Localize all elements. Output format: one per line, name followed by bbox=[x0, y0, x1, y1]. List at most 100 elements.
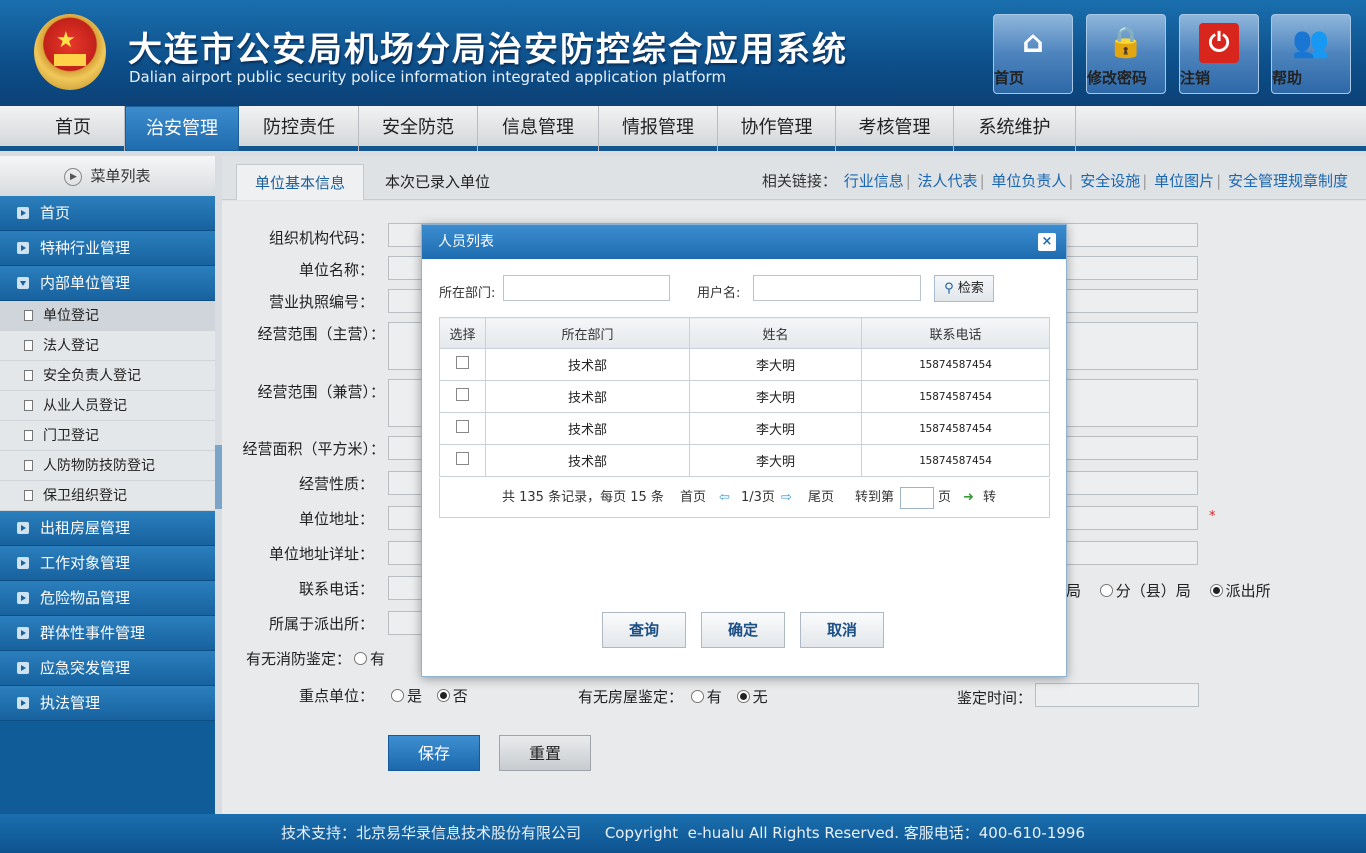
goto-page-input[interactable] bbox=[900, 487, 934, 509]
document-icon bbox=[24, 460, 33, 471]
nav-assessment[interactable]: 考核管理 bbox=[836, 106, 954, 151]
radio-house-no[interactable] bbox=[736, 690, 750, 703]
sidebar-collapse-handle[interactable] bbox=[215, 445, 222, 509]
home-icon: ⌂ bbox=[1022, 25, 1044, 60]
go-icon[interactable]: ➜ bbox=[963, 478, 974, 518]
row-checkbox[interactable] bbox=[456, 388, 469, 401]
logout-button[interactable]: ⏻ 注销 bbox=[1179, 14, 1259, 94]
nav-home[interactable]: 首页 bbox=[22, 106, 125, 151]
footer: 技术支持：北京易华录信息技术股份有限公司 Copyright e-hualu A… bbox=[0, 814, 1366, 853]
nav-intel[interactable]: 情报管理 bbox=[599, 106, 718, 151]
search-button[interactable]: ⚲ 检索 bbox=[934, 275, 994, 302]
expand-icon bbox=[17, 627, 29, 639]
document-icon bbox=[24, 370, 33, 381]
table-row[interactable]: 技术部 李大明 15874587454 bbox=[439, 348, 1050, 381]
col-phone: 联系电话 bbox=[861, 317, 1050, 349]
radio-house-yes[interactable] bbox=[690, 690, 704, 703]
radio-branch[interactable] bbox=[1099, 584, 1113, 597]
next-arrow-icon[interactable]: ⇨ bbox=[781, 478, 792, 518]
address-detail-label: 单位地址详址： bbox=[268, 545, 374, 563]
link-legal-rep[interactable]: 法人代表 bbox=[916, 172, 980, 190]
nav-safety[interactable]: 安全防范 bbox=[359, 106, 478, 151]
expand-icon bbox=[17, 557, 29, 569]
nav-prevention-duty[interactable]: 防控责任 bbox=[240, 106, 359, 151]
dept-label: 所在部门: bbox=[439, 286, 496, 301]
table-row[interactable]: 技术部 李大明 15874587454 bbox=[439, 444, 1050, 477]
save-button[interactable]: 保存 bbox=[388, 735, 480, 771]
table-row[interactable]: 技术部 李大明 15874587454 bbox=[439, 380, 1050, 413]
first-page-link[interactable]: 首页 bbox=[680, 478, 706, 518]
reset-button[interactable]: 重置 bbox=[499, 735, 591, 771]
close-icon[interactable]: × bbox=[1038, 233, 1056, 251]
expand-icon bbox=[17, 242, 29, 254]
sidebar-item-home[interactable]: 首页 bbox=[0, 196, 215, 231]
link-unit-head[interactable]: 单位负责人 bbox=[989, 172, 1068, 190]
table-row[interactable]: 技术部 李大明 15874587454 bbox=[439, 412, 1050, 445]
record-summary: 共 135 条记录，每页 15 条 bbox=[502, 490, 664, 505]
row-checkbox[interactable] bbox=[456, 452, 469, 465]
go-button[interactable]: 转 bbox=[983, 478, 996, 518]
nav-public-security[interactable]: 治安管理 bbox=[125, 106, 239, 151]
radio-fire-yes[interactable] bbox=[353, 652, 367, 665]
link-safety-rules[interactable]: 安全管理规章制度 bbox=[1226, 172, 1350, 190]
sidebar-item-emergency[interactable]: 应急突发管理 bbox=[0, 651, 215, 686]
tab-entered-units[interactable]: 本次已录入单位 bbox=[367, 164, 508, 200]
document-icon bbox=[24, 400, 33, 411]
sidebar-sub-guard[interactable]: 门卫登记 bbox=[0, 421, 215, 451]
link-industry-info[interactable]: 行业信息 bbox=[842, 172, 906, 190]
link-unit-images[interactable]: 单位图片 bbox=[1152, 172, 1216, 190]
row-checkbox[interactable] bbox=[456, 420, 469, 433]
change-password-button[interactable]: 🔒 修改密码 bbox=[1086, 14, 1166, 94]
link-safety-facilities[interactable]: 安全设施 bbox=[1078, 172, 1142, 190]
radio-station[interactable] bbox=[1209, 584, 1223, 597]
sidebar-item-special-industry[interactable]: 特种行业管理 bbox=[0, 231, 215, 266]
nav-system[interactable]: 系统维护 bbox=[954, 106, 1076, 151]
document-icon bbox=[24, 430, 33, 441]
related-links: 相关链接： 行业信息 | 法人代表 | 单位负责人 | 安全设施 | 单位图片 | 安全管… bbox=[761, 172, 1350, 190]
license-no-label: 营业执照编号： bbox=[268, 293, 374, 311]
sidebar-sub-safety-officer[interactable]: 安全负责人登记 bbox=[0, 361, 215, 391]
sidebar-sub-employees[interactable]: 从业人员登记 bbox=[0, 391, 215, 421]
tab-unit-basic-info[interactable]: 单位基本信息 bbox=[236, 164, 365, 200]
nav-info[interactable]: 信息管理 bbox=[478, 106, 599, 151]
search-icon: ⚲ bbox=[944, 281, 954, 296]
house-appraisal-group: 有无房屋鉴定： 有 无 bbox=[578, 688, 768, 706]
nav-cooperation[interactable]: 协作管理 bbox=[718, 106, 836, 151]
sidebar-item-law-enforcement[interactable]: 执法管理 bbox=[0, 686, 215, 721]
sidebar-item-internal-unit[interactable]: 内部单位管理 bbox=[0, 266, 215, 301]
header: ★ 大连市公安局机场分局治安防控综合应用系统 Dalian airport pu… bbox=[0, 0, 1366, 106]
prev-arrow-icon[interactable]: ⇦ bbox=[719, 478, 730, 518]
sidebar-sub-security-org[interactable]: 保卫组织登记 bbox=[0, 481, 215, 511]
sidebar-item-work-target[interactable]: 工作对象管理 bbox=[0, 546, 215, 581]
sidebar-sub-defense[interactable]: 人防物防技防登记 bbox=[0, 451, 215, 481]
last-page-link[interactable]: 尾页 bbox=[808, 478, 834, 518]
sidebar-sub-unit-register[interactable]: 单位登记 bbox=[0, 301, 215, 331]
query-button[interactable]: 查询 bbox=[602, 612, 686, 648]
help-button[interactable]: 👥 帮助 bbox=[1271, 14, 1351, 94]
sidebar-sub-legal-person[interactable]: 法人登记 bbox=[0, 331, 215, 361]
unit-name-label: 单位名称： bbox=[298, 261, 374, 279]
side-scope-label: 经营范围（兼营）： bbox=[257, 383, 385, 401]
sidebar-item-dangerous[interactable]: 危险物品管理 bbox=[0, 581, 215, 616]
expand-icon bbox=[17, 207, 29, 219]
dept-input[interactable] bbox=[503, 275, 670, 301]
radio-key-no[interactable] bbox=[436, 689, 450, 702]
cancel-button[interactable]: 取消 bbox=[800, 612, 884, 648]
home-button[interactable]: ⌂ 首页 bbox=[993, 14, 1073, 94]
confirm-button[interactable]: 确定 bbox=[701, 612, 785, 648]
sidebar-header[interactable]: ▶ 菜单列表 bbox=[0, 156, 215, 196]
sidebar-item-mass-events[interactable]: 群体性事件管理 bbox=[0, 616, 215, 651]
area-label: 经营面积（平方米）： bbox=[242, 440, 385, 458]
appraise-time-input[interactable] bbox=[1035, 683, 1199, 707]
expand-icon bbox=[17, 697, 29, 709]
phone-label: 联系电话： bbox=[298, 580, 374, 598]
radio-key-yes[interactable] bbox=[391, 689, 404, 702]
expand-icon bbox=[17, 522, 29, 534]
goto-label: 转到第 bbox=[855, 490, 895, 505]
username-input[interactable] bbox=[753, 275, 921, 301]
sidebar-item-rental[interactable]: 出租房屋管理 bbox=[0, 511, 215, 546]
play-circle-icon: ▶ bbox=[64, 167, 83, 186]
page-unit: 页 bbox=[938, 490, 952, 505]
pagination: 共 135 条记录，每页 15 条 首页 ⇦ 1/3页 ⇨ 尾页 转到第 页 ➜… bbox=[439, 478, 1050, 518]
row-checkbox[interactable] bbox=[456, 356, 469, 369]
